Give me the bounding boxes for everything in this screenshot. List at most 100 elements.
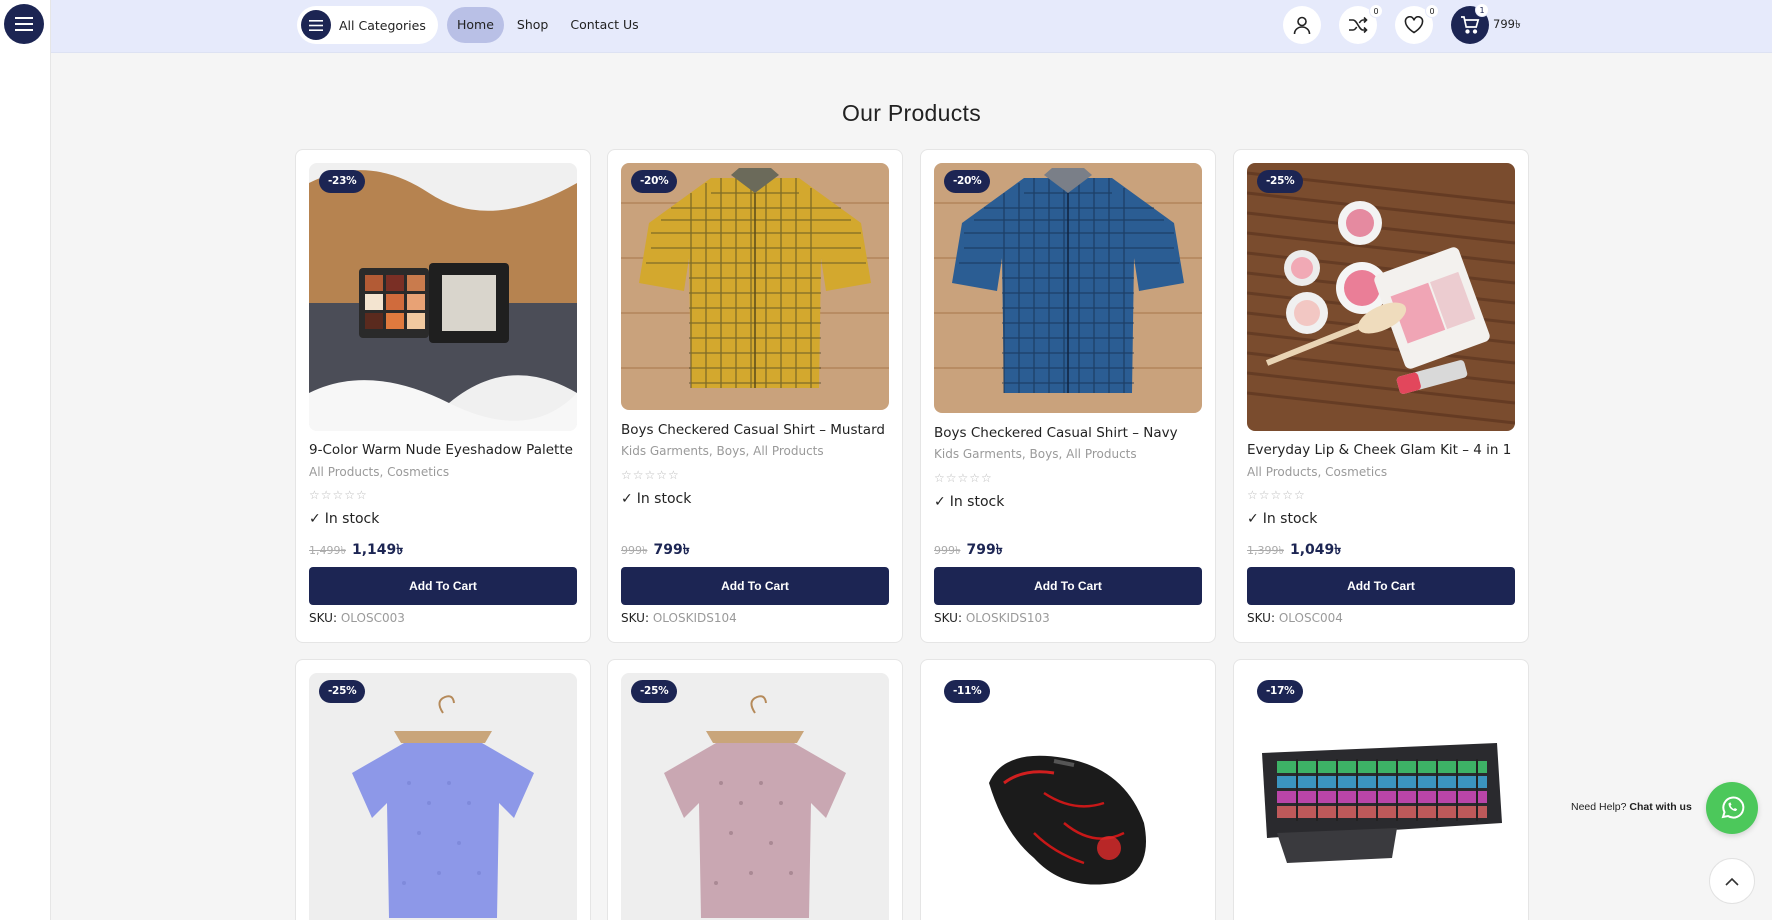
chevron-up-icon (1725, 877, 1739, 886)
category-link[interactable]: Kids Garments (621, 444, 709, 458)
old-price: 1,399৳ (1247, 544, 1284, 557)
sale-price: 799৳ (966, 542, 1003, 558)
product-title[interactable]: 9-Color Warm Nude Eyeshadow Palette (309, 442, 573, 458)
product-image[interactable] (934, 673, 1202, 920)
discount-badge: -20% (944, 170, 991, 193)
add-to-cart-button[interactable]: Add To Cart (621, 567, 889, 605)
product-image[interactable] (621, 163, 889, 410)
help-prefix: Need Help? (1571, 801, 1627, 813)
sale-price: 1,049৳ (1289, 542, 1342, 558)
old-price: 1,499৳ (309, 544, 346, 557)
sku-value: OLOSC004 (1278, 611, 1343, 625)
product-card: -20% Boys Checkered Casual Shirt – Musta… (607, 149, 903, 643)
discount-badge: -20% (631, 170, 678, 193)
stock-status: ✓ In stock (309, 511, 379, 527)
product-title[interactable]: Boys Checkered Casual Shirt – Mustard (621, 422, 885, 438)
stock-status: ✓ In stock (934, 494, 1004, 510)
product-image[interactable] (1247, 673, 1515, 920)
section-title: Our Products (841, 100, 982, 126)
product-card: -25% Everyday Lip & Cheek Glam Kit – 4 i… (1233, 149, 1529, 643)
product-image[interactable] (309, 163, 577, 431)
price-block: 999৳ 799৳ (621, 538, 690, 562)
shuffle-icon (1349, 16, 1368, 34)
compare-count: 0 (1369, 4, 1383, 18)
add-to-cart-button[interactable]: Add To Cart (309, 567, 577, 605)
product-title[interactable]: Everyday Lip & Cheek Glam Kit – 4 in 1 (1247, 442, 1511, 458)
sku-label: SKU: (934, 611, 962, 625)
sale-price: 799৳ (653, 542, 690, 558)
discount-badge: -25% (631, 680, 678, 703)
stock-status: ✓ In stock (1247, 511, 1317, 527)
cart-count: 1 (1475, 3, 1489, 17)
nav-shop[interactable]: Shop (508, 7, 557, 43)
add-to-cart-button[interactable]: Add To Cart (934, 567, 1202, 605)
scroll-to-top-button[interactable] (1709, 858, 1755, 904)
sku-value: OLOSKIDS104 (652, 611, 737, 625)
chat-with-us-link[interactable]: Chat with us (1629, 801, 1691, 813)
hamburger-icon (15, 17, 33, 31)
category-link[interactable]: Kids Garments (934, 447, 1022, 461)
category-link[interactable]: All Products (753, 444, 824, 458)
add-to-cart-button[interactable]: Add To Cart (1247, 567, 1515, 605)
product-title[interactable]: Boys Checkered Casual Shirt – Navy (934, 425, 1178, 441)
all-categories-button[interactable]: All Categories (297, 6, 438, 44)
user-icon (1293, 16, 1311, 35)
wishlist-count: 0 (1425, 4, 1439, 18)
heart-icon (1404, 16, 1424, 34)
sku-value: OLOSKIDS103 (965, 611, 1050, 625)
category-link[interactable]: All Products (1066, 447, 1137, 461)
product-card: -23% 9-Color Warm Nude Eyeshadow Palette… (295, 149, 591, 643)
stock-label: In stock (636, 491, 692, 507)
sku-label: SKU: (621, 611, 649, 625)
category-link[interactable]: Boys (1030, 447, 1059, 461)
cart-button[interactable]: 1 (1451, 3, 1489, 44)
need-help-text: Need Help? Chat with us (1571, 801, 1692, 813)
price-block: 1,499৳ 1,149৳ (309, 538, 403, 562)
stock-status: ✓ In stock (621, 491, 691, 507)
cart-icon (1461, 16, 1480, 34)
category-link[interactable]: Boys (717, 444, 746, 458)
stock-label: In stock (324, 511, 380, 527)
whatsapp-chat-button[interactable] (1706, 782, 1758, 834)
stock-label: In stock (1262, 511, 1318, 527)
sku: SKU: OLOSC003 (309, 611, 405, 625)
nav-home[interactable]: Home (447, 7, 504, 43)
check-icon: ✓ (309, 511, 321, 527)
nav-contact-us[interactable]: Contact Us (561, 7, 647, 43)
product-image[interactable] (309, 673, 577, 920)
category-link[interactable]: All Products (1247, 465, 1318, 479)
sku: SKU: OLOSC004 (1247, 611, 1343, 625)
whatsapp-icon (1721, 796, 1745, 819)
old-price: 999৳ (621, 544, 648, 557)
sku: SKU: OLOSKIDS104 (621, 611, 737, 625)
star-rating: ☆☆☆☆☆ (621, 468, 680, 482)
sale-price: 1,149৳ (351, 542, 404, 558)
cart-total[interactable]: 799৳ (1493, 16, 1521, 35)
discount-badge: -11% (944, 680, 991, 703)
account-button[interactable] (1283, 6, 1321, 44)
check-icon: ✓ (934, 494, 946, 510)
sku-label: SKU: (309, 611, 337, 625)
menu-button[interactable] (4, 4, 44, 44)
product-card: -20% Boys Checkered Casual Shirt – Navy … (920, 149, 1216, 643)
sku-label: SKU: (1247, 611, 1275, 625)
sku: SKU: OLOSKIDS103 (934, 611, 1050, 625)
product-image[interactable] (1247, 163, 1515, 431)
star-rating: ☆☆☆☆☆ (934, 471, 993, 485)
category-link[interactable]: Cosmetics (387, 465, 449, 479)
compare-button[interactable]: 0 (1339, 4, 1383, 44)
category-link[interactable]: All Products (309, 465, 380, 479)
wishlist-button[interactable]: 0 (1395, 4, 1439, 44)
price-block: 1,399৳ 1,049৳ (1247, 538, 1341, 562)
product-card: -17% (1233, 659, 1529, 920)
product-image[interactable] (934, 163, 1202, 413)
site-header: All Categories Home Shop Contact Us 0 0 … (51, 0, 1772, 53)
category-link[interactable]: Cosmetics (1325, 465, 1387, 479)
discount-badge: -25% (319, 680, 366, 703)
product-categories: Kids Garments, Boys, All Products (934, 447, 1137, 461)
discount-badge: -23% (319, 170, 366, 193)
stock-label: In stock (949, 494, 1005, 510)
product-image[interactable] (621, 673, 889, 920)
product-card: -25% (607, 659, 903, 920)
product-categories: All Products, Cosmetics (1247, 465, 1388, 479)
